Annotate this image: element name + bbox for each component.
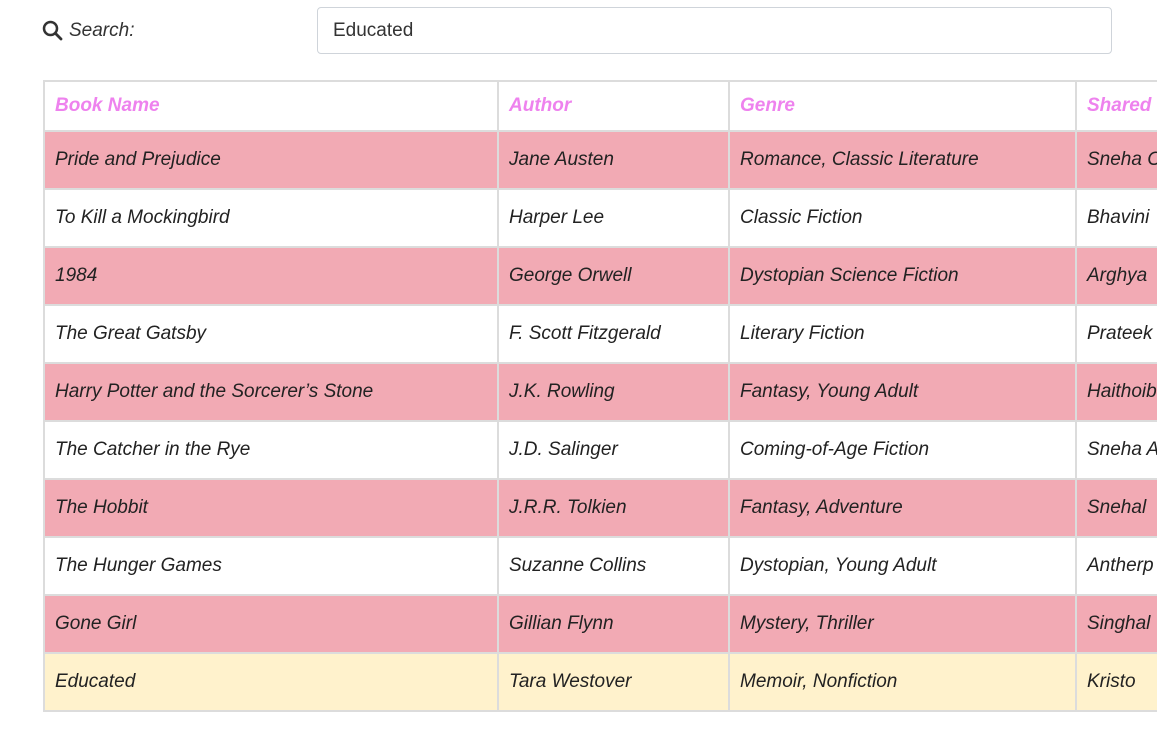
- cell-book-name: The Great Gatsby: [43, 304, 499, 364]
- cell-book-name: The Hobbit: [43, 478, 499, 538]
- cell-author: J.R.R. Tolkien: [497, 478, 730, 538]
- cell-author: George Orwell: [497, 246, 730, 306]
- cell-genre: Memoir, Nonfiction: [728, 652, 1077, 712]
- cell-shared: Antherp: [1075, 536, 1157, 596]
- column-header-genre[interactable]: Genre: [728, 80, 1077, 132]
- cell-shared: Prateek: [1075, 304, 1157, 364]
- search-bar: Search:: [42, 7, 1112, 54]
- search-icon: [42, 20, 63, 41]
- cell-book-name: Gone Girl: [43, 594, 499, 654]
- cell-author: F. Scott Fitzgerald: [497, 304, 730, 364]
- table-row: Pride and Prejudice Jane Austen Romance,…: [43, 130, 1157, 190]
- cell-genre: Romance, Classic Literature: [728, 130, 1077, 190]
- cell-shared: Singhal: [1075, 594, 1157, 654]
- cell-author: Jane Austen: [497, 130, 730, 190]
- table-row: 1984 George Orwell Dystopian Science Fic…: [43, 246, 1157, 306]
- table-row: The Hobbit J.R.R. Tolkien Fantasy, Adven…: [43, 478, 1157, 538]
- cell-book-name: Educated: [43, 652, 499, 712]
- search-input[interactable]: [317, 7, 1112, 54]
- cell-author: Tara Westover: [497, 652, 730, 712]
- cell-author: Suzanne Collins: [497, 536, 730, 596]
- cell-shared: Sneha C: [1075, 130, 1157, 190]
- cell-book-name: Harry Potter and the Sorcerer’s Stone: [43, 362, 499, 422]
- column-header-shared[interactable]: Shared: [1075, 80, 1157, 132]
- table-row: The Great Gatsby F. Scott Fitzgerald Lit…: [43, 304, 1157, 364]
- table-row: The Catcher in the Rye J.D. Salinger Com…: [43, 420, 1157, 480]
- cell-author: J.K. Rowling: [497, 362, 730, 422]
- cell-genre: Classic Fiction: [728, 188, 1077, 248]
- cell-shared: Kristo: [1075, 652, 1157, 712]
- cell-book-name: Pride and Prejudice: [43, 130, 499, 190]
- table-header-row: Book Name Author Genre Shared: [43, 80, 1157, 132]
- search-label-group: Search:: [42, 7, 134, 54]
- cell-genre: Dystopian Science Fiction: [728, 246, 1077, 306]
- cell-genre: Fantasy, Young Adult: [728, 362, 1077, 422]
- cell-book-name: 1984: [43, 246, 499, 306]
- cell-genre: Literary Fiction: [728, 304, 1077, 364]
- table-row: Gone Girl Gillian Flynn Mystery, Thrille…: [43, 594, 1157, 654]
- table-row: Harry Potter and the Sorcerer’s Stone J.…: [43, 362, 1157, 422]
- cell-author: J.D. Salinger: [497, 420, 730, 480]
- cell-shared: Snehal: [1075, 478, 1157, 538]
- cell-shared: Bhavini: [1075, 188, 1157, 248]
- cell-book-name: The Catcher in the Rye: [43, 420, 499, 480]
- cell-genre: Mystery, Thriller: [728, 594, 1077, 654]
- cell-shared: Sneha A: [1075, 420, 1157, 480]
- cell-author: Harper Lee: [497, 188, 730, 248]
- table-row-highlighted: Educated Tara Westover Memoir, Nonfictio…: [43, 652, 1157, 712]
- cell-genre: Dystopian, Young Adult: [728, 536, 1077, 596]
- cell-genre: Coming-of-Age Fiction: [728, 420, 1077, 480]
- cell-shared: Arghya: [1075, 246, 1157, 306]
- table-row: To Kill a Mockingbird Harper Lee Classic…: [43, 188, 1157, 248]
- cell-author: Gillian Flynn: [497, 594, 730, 654]
- column-header-book-name[interactable]: Book Name: [43, 80, 499, 132]
- cell-book-name: The Hunger Games: [43, 536, 499, 596]
- column-header-author[interactable]: Author: [497, 80, 730, 132]
- books-table-container: Book Name Author Genre Shared Pride and …: [43, 80, 1157, 747]
- cell-shared: Haithoib: [1075, 362, 1157, 422]
- table-row: The Hunger Games Suzanne Collins Dystopi…: [43, 536, 1157, 596]
- books-table: Book Name Author Genre Shared Pride and …: [43, 80, 1157, 712]
- cell-book-name: To Kill a Mockingbird: [43, 188, 499, 248]
- cell-genre: Fantasy, Adventure: [728, 478, 1077, 538]
- search-label: Search:: [69, 19, 135, 41]
